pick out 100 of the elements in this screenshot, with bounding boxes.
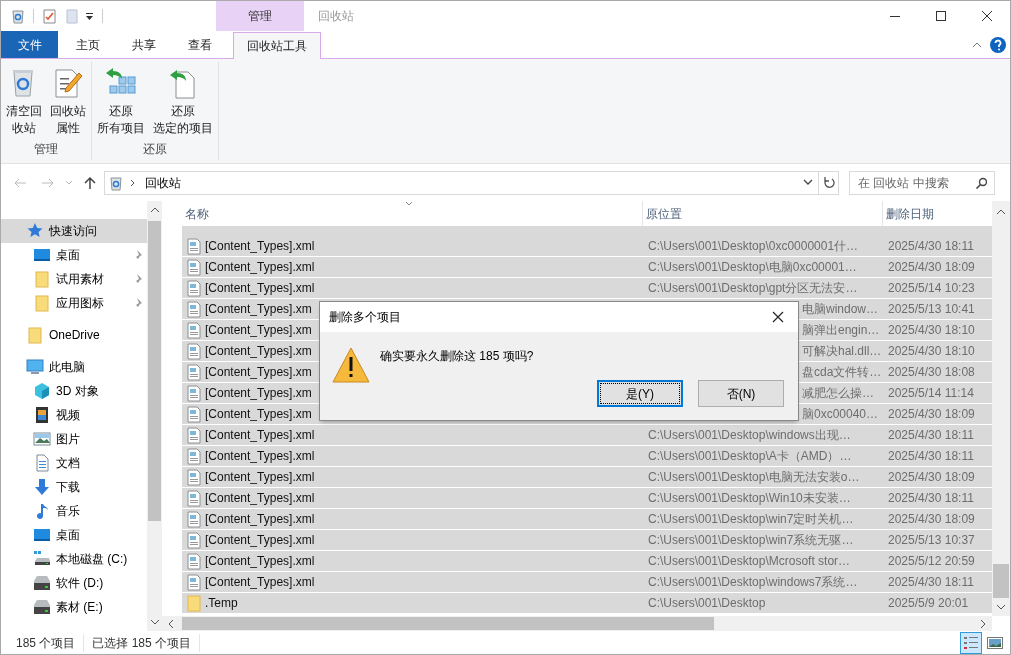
nav-item[interactable]: 素材 (E:): [1, 595, 148, 619]
collapse-ribbon-icon[interactable]: [972, 40, 982, 49]
file-row[interactable]: [Content_Types].xml C:\Users\001\Desktop\windows出现… 2025/4/30 18:11: [182, 425, 992, 446]
file-tab[interactable]: 文件: [1, 31, 58, 58]
deleted-date: 2025/4/30 18:11: [887, 427, 975, 444]
details-view-button[interactable]: [960, 631, 982, 654]
nav-item[interactable]: 此电脑: [1, 355, 148, 379]
deleted-date: 2025/4/30 18:11: [887, 490, 975, 507]
deleted-date: 2025/4/30 18:09: [887, 469, 976, 486]
file-row[interactable]: [Content_Types].xml C:\Users\001\Desktop\电脑无法安装o… 2025/4/30 18:09: [182, 467, 992, 488]
recycle-bin-icon[interactable]: [10, 8, 26, 24]
original-location: 脑0xc00040…: [802, 406, 879, 423]
search-icon[interactable]: [975, 176, 987, 189]
original-location: 减肥怎么操…: [802, 385, 874, 402]
file-name: [Content_Types].xml: [205, 574, 315, 591]
file-name: [Content_Types].xm: [205, 364, 312, 381]
nav-item[interactable]: 图片: [1, 427, 148, 451]
desktop-icon: [33, 246, 51, 264]
dialog-button[interactable]: 是(Y): [597, 380, 683, 407]
landscape-thumbnail-icon: [987, 636, 1003, 649]
scroll-up-icon[interactable]: [996, 209, 1006, 215]
ribbon-tab[interactable]: 共享: [118, 31, 170, 58]
nav-item[interactable]: 本地磁盘 (C:): [1, 547, 148, 571]
file-row[interactable]: [Content_Types].xml C:\Users\001\Desktop\win7系统无驱… 2025/5/13 10:37: [182, 530, 992, 551]
file-row[interactable]: [Content_Types].xml C:\Users\001\Desktop\gpt分区无法安… 2025/5/14 10:23: [182, 278, 992, 299]
address-path: 回收站: [145, 174, 181, 192]
refresh-button[interactable]: [818, 171, 838, 194]
up-icon[interactable]: [83, 175, 97, 190]
nav-item[interactable]: 应用图标: [1, 291, 148, 315]
ribbon-tab[interactable]: 查看: [174, 31, 226, 58]
scroll-down-icon[interactable]: [996, 604, 1006, 610]
original-location: C:\Users\001\Desktop\电脑0xc00001…: [648, 259, 857, 276]
file-name: [Content_Types].xm: [205, 385, 312, 402]
nav-item[interactable]: 文档: [1, 451, 148, 475]
star-icon: [26, 222, 44, 240]
file-name: [Content_Types].xml: [205, 469, 315, 486]
scroll-right-icon[interactable]: [980, 618, 986, 629]
scroll-down-icon[interactable]: [149, 619, 160, 625]
file-row[interactable]: [Content_Types].xml C:\Users\001\Desktop\win7定时关机… 2025/4/30 18:09: [182, 509, 992, 530]
file-row[interactable]: [Content_Types].xml C:\Users\001\Desktop\A卡（AMD）… 2025/4/30 18:11: [182, 446, 992, 467]
deleted-date: 2025/4/30 18:09: [887, 259, 976, 276]
window-title: 回收站: [318, 8, 354, 25]
help-icon[interactable]: [990, 36, 1006, 53]
file-row[interactable]: .Temp C:\Users\001\Desktop 2025/5/9 20:01: [182, 593, 992, 614]
file-row[interactable]: [Content_Types].xml C:\Users\001\Desktop\windows7系统… 2025/4/30 18:11: [182, 572, 992, 593]
nav-item[interactable]: 音乐: [1, 499, 148, 523]
original-location: C:\Users\001\Desktop\Mcrosoft stor…: [648, 553, 851, 570]
scroll-left-icon[interactable]: [168, 618, 174, 629]
file-name: [Content_Types].xm: [205, 301, 312, 318]
maximize-icon: [935, 10, 947, 22]
file-row[interactable]: [Content_Types].xml C:\Users\001\Desktop\电脑0xc00001… 2025/4/30 18:09: [182, 257, 992, 278]
nav-item[interactable]: 软件 (D:): [1, 571, 148, 595]
file-icon: [186, 258, 202, 276]
original-location: C:\Users\001\Desktop\windows出现…: [648, 427, 851, 444]
scrollbar-thumb[interactable]: [148, 221, 162, 521]
file-row[interactable]: [Content_Types].xml C:\Users\001\Desktop\Mcrosoft stor… 2025/5/12 20:59: [182, 551, 992, 572]
address-field[interactable]: 回收站: [104, 170, 839, 195]
deleted-date: 2025/4/30 18:10: [887, 343, 976, 360]
nav-item[interactable]: 桌面: [1, 523, 148, 547]
original-location: 电脑window…: [802, 301, 879, 318]
original-location: C:\Users\001\Desktop: [648, 595, 766, 612]
column-header[interactable]: 名称: [182, 201, 642, 226]
scrollbar-thumb[interactable]: [182, 617, 714, 630]
original-location: C:\Users\001\Desktop\win7定时关机…: [648, 511, 854, 528]
file-icon: [186, 552, 202, 570]
deleted-date: 2025/4/30 18:09: [887, 406, 976, 423]
original-location: 盘cda文件转…: [802, 364, 882, 381]
nav-item[interactable]: 下载: [1, 475, 148, 499]
nav-item[interactable]: OneDrive: [1, 323, 148, 347]
file-name: [Content_Types].xm: [205, 406, 312, 423]
file-row[interactable]: [Content_Types].xml C:\Users\001\Desktop\0xc0000001什… 2025/4/30 18:11: [182, 236, 992, 257]
deleted-date: 2025/5/12 20:59: [887, 553, 976, 570]
nav-item[interactable]: 桌面: [1, 243, 148, 267]
file-icon: [186, 279, 202, 297]
dropdown-icon[interactable]: [803, 179, 813, 186]
scroll-up-icon[interactable]: [149, 207, 160, 213]
ribbon-button[interactable]: 还原 选定的项目: [150, 67, 216, 137]
original-location: C:\Users\001\Desktop\电脑无法安装o…: [648, 469, 860, 486]
deleted-date: 2025/5/13 10:41: [887, 301, 976, 318]
dropdown-icon[interactable]: [85, 11, 94, 21]
ribbon-button[interactable]: 还原 所有项目: [94, 67, 148, 137]
nav-item[interactable]: 视频: [1, 403, 148, 427]
file-icon: [186, 573, 202, 591]
file-row[interactable]: [Content_Types].xml C:\Users\001\Desktop\Win10未安装… 2025/4/30 18:11: [182, 488, 992, 509]
scrollbar-thumb[interactable]: [993, 564, 1009, 598]
ribbon-button[interactable]: 清空回 收站: [3, 67, 45, 137]
ribbon-tab[interactable]: 主页: [62, 31, 114, 58]
properties-icon[interactable]: [42, 7, 57, 25]
ribbon-button[interactable]: 回收站 属性: [47, 67, 89, 137]
search-field[interactable]: 在 回收站 中搜索: [849, 170, 995, 195]
dialog-button[interactable]: 否(N): [698, 380, 784, 407]
download-icon: [33, 478, 51, 496]
desktop-icon: [33, 526, 51, 544]
nav-item[interactable]: 快速访问: [1, 219, 148, 243]
file-name: [Content_Types].xml: [205, 553, 315, 570]
ribbon-tab[interactable]: 回收站工具: [233, 32, 321, 59]
nav-item[interactable]: 3D 对象: [1, 379, 148, 403]
group-label: 管理: [34, 141, 58, 158]
nav-item[interactable]: 试用素材: [1, 267, 148, 291]
deleted-date: 2025/5/9 20:01: [887, 595, 970, 612]
